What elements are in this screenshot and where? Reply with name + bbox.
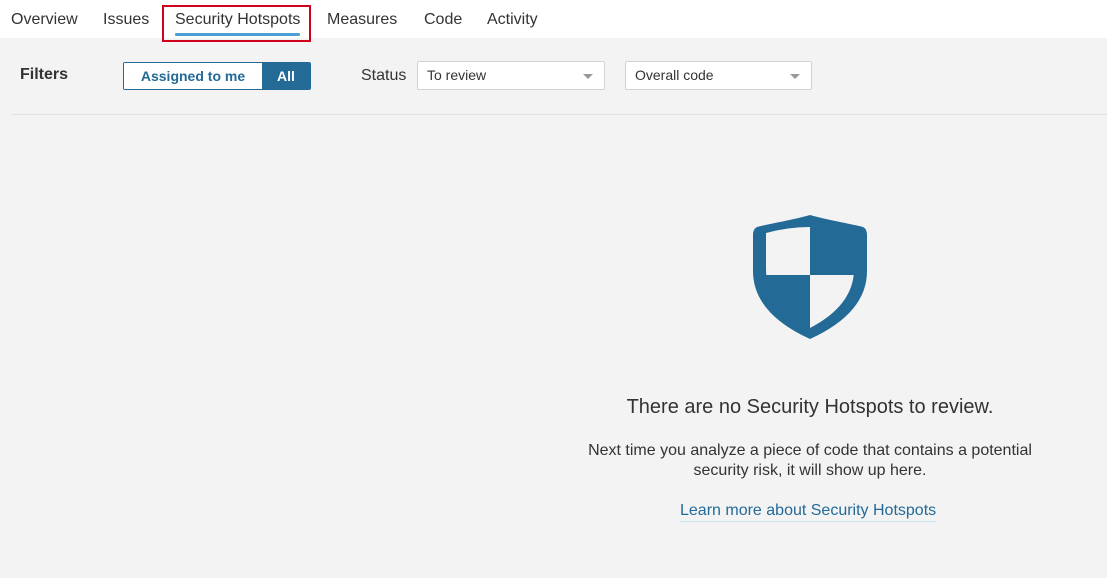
learn-more-link[interactable]: Learn more about Security Hotspots (680, 501, 937, 522)
tab-activity[interactable]: Activity (487, 10, 538, 30)
navigation-tabs: Overview Issues Security Hotspots Measur… (0, 0, 1107, 38)
scope-select[interactable]: Overall code (625, 61, 812, 90)
scope-select-value: Overall code (635, 67, 714, 83)
filters-title: Filters (20, 66, 69, 83)
assignee-toggle: Assigned to me All (123, 62, 311, 90)
filters-divider (12, 114, 1107, 115)
status-select[interactable]: To review (417, 61, 605, 90)
empty-state-title: There are no Security Hotspots to review… (626, 396, 994, 418)
all-button[interactable]: All (262, 63, 310, 89)
status-label: Status (361, 67, 407, 84)
tab-issues[interactable]: Issues (103, 10, 149, 30)
assigned-to-me-button[interactable]: Assigned to me (124, 63, 262, 89)
chevron-down-icon (583, 74, 593, 79)
empty-state-text: Next time you analyze a piece of code th… (588, 442, 1032, 479)
tab-code[interactable]: Code (424, 10, 462, 30)
active-tab-underline (175, 33, 301, 36)
tab-overview[interactable]: Overview (11, 10, 78, 30)
tab-measures[interactable]: Measures (327, 10, 397, 30)
tab-security-hotspots-label: Security Hotspots (175, 11, 301, 28)
shield-icon (753, 215, 867, 339)
chevron-down-icon (790, 74, 800, 79)
status-select-value: To review (427, 67, 487, 83)
tab-security-hotspots[interactable]: Security Hotspots (175, 10, 301, 36)
